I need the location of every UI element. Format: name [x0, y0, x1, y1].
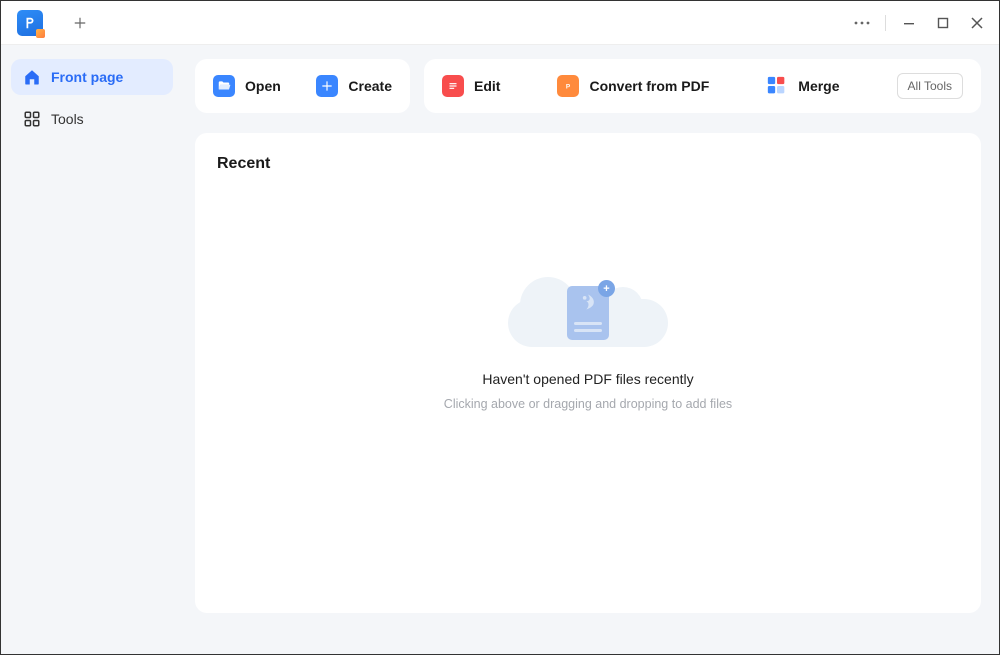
sidebar: Front page Tools — [1, 45, 183, 654]
close-button[interactable] — [963, 9, 991, 37]
empty-state[interactable]: + Haven't opened PDF files recently Clic… — [217, 273, 959, 411]
titlebar-left — [9, 10, 93, 36]
convert-button[interactable]: P Convert from PDF — [557, 75, 709, 97]
new-tab-button[interactable] — [67, 10, 93, 36]
tool-label: Merge — [798, 78, 839, 94]
tool-label: Edit — [474, 78, 500, 94]
folder-open-icon — [213, 75, 235, 97]
tool-label: Open — [245, 78, 281, 94]
sidebar-item-label: Tools — [51, 111, 84, 127]
edit-button[interactable]: Edit — [442, 75, 500, 97]
tool-label: Create — [348, 78, 392, 94]
window-controls — [848, 9, 991, 37]
sidebar-item-tools[interactable]: Tools — [11, 101, 173, 137]
plus-icon — [316, 75, 338, 97]
tool-label: Convert from PDF — [589, 78, 709, 94]
toolbar: Open Create Edit P — [195, 59, 981, 113]
svg-text:P: P — [566, 83, 571, 90]
grid-icon — [23, 110, 41, 128]
sidebar-item-label: Front page — [51, 69, 123, 85]
more-options-button[interactable] — [848, 9, 876, 37]
merge-icon — [766, 75, 788, 97]
home-icon — [23, 68, 41, 86]
pdf-convert-icon: P — [557, 75, 579, 97]
sidebar-item-front-page[interactable]: Front page — [11, 59, 173, 95]
separator — [885, 15, 886, 31]
empty-illustration: + — [498, 273, 678, 353]
edit-doc-icon — [442, 75, 464, 97]
merge-button[interactable]: Merge — [766, 75, 839, 97]
empty-title: Haven't opened PDF files recently — [482, 371, 693, 387]
recent-heading: Recent — [217, 155, 959, 173]
all-tools-button[interactable]: All Tools — [897, 73, 963, 99]
recent-panel: Recent + Haven't opened PDF files recent… — [195, 133, 981, 613]
toolbar-card-primary: Open Create — [195, 59, 410, 113]
titlebar — [1, 1, 999, 45]
empty-subtitle: Clicking above or dragging and dropping … — [444, 397, 732, 411]
maximize-button[interactable] — [929, 9, 957, 37]
app-logo-icon — [17, 10, 43, 36]
main-content: Open Create Edit P — [183, 45, 999, 654]
toolbar-card-secondary: Edit P Convert from PDF Merge All Tools — [424, 59, 981, 113]
add-file-plus-icon: + — [598, 280, 615, 297]
create-button[interactable]: Create — [316, 75, 392, 97]
open-button[interactable]: Open — [213, 75, 281, 97]
minimize-button[interactable] — [895, 9, 923, 37]
